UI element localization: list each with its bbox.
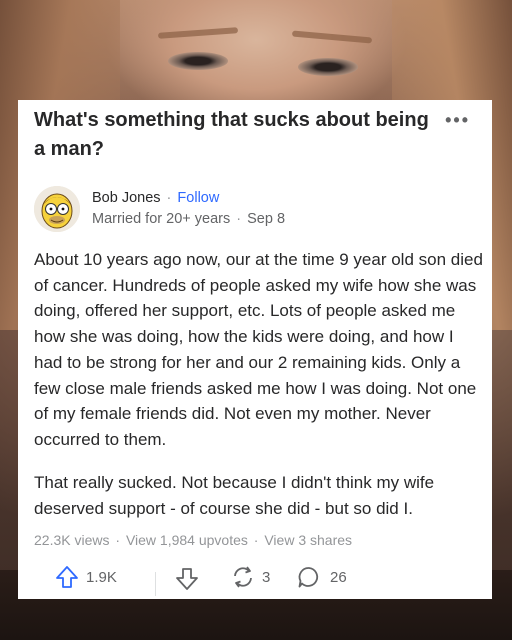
- author-credential: Married for 20+ years: [92, 211, 231, 227]
- comment-icon: [296, 564, 322, 590]
- eyebrow-right: [291, 30, 373, 44]
- eyebrow-left: [157, 27, 239, 39]
- downvote-arrow-icon: [174, 566, 200, 592]
- vote-divider: [155, 572, 156, 596]
- answer-date[interactable]: Sep 8: [247, 211, 285, 227]
- eye-right: [298, 58, 358, 76]
- author-name[interactable]: Bob Jones: [92, 190, 161, 206]
- downvote-button[interactable]: [174, 566, 200, 592]
- separator-dot: ·: [249, 532, 263, 548]
- more-options-icon[interactable]: •••: [445, 110, 470, 131]
- upvote-arrow-icon: [54, 564, 80, 590]
- avatar[interactable]: [34, 186, 80, 232]
- share-count: 3: [262, 568, 271, 586]
- comment-count: 26: [330, 568, 347, 586]
- author-header: Bob Jones · Follow Married for 20+ years…: [34, 186, 454, 232]
- share-icon: [230, 564, 256, 590]
- answer-paragraph: That really sucked. Not because I didn't…: [34, 473, 435, 518]
- question-title[interactable]: What's something that sucks about being …: [34, 106, 434, 164]
- separator-dot: ·: [232, 211, 246, 227]
- answer-paragraph: About 10 years ago now, our at the time …: [34, 250, 483, 449]
- upvote-button[interactable]: 1.9K: [54, 564, 117, 590]
- view-upvotes-link[interactable]: View 1,984 upvotes: [126, 532, 248, 548]
- action-bar: 1.9K 3 26: [34, 564, 474, 600]
- separator-dot: ·: [162, 190, 176, 206]
- eye-left: [168, 52, 228, 70]
- author-name-line: Bob Jones · Follow: [92, 190, 219, 206]
- author-credential-line: Married for 20+ years · Sep 8: [92, 211, 285, 227]
- answer-card: What's something that sucks about being …: [18, 100, 492, 599]
- share-button[interactable]: 3: [230, 564, 270, 590]
- comment-button[interactable]: 26: [296, 564, 347, 590]
- view-shares-link[interactable]: View 3 shares: [264, 532, 352, 548]
- separator-dot: ·: [111, 532, 124, 548]
- answer-stats: 22.3K views · View 1,984 upvotes · View …: [34, 532, 352, 548]
- upvote-count: 1.9K: [86, 568, 117, 586]
- views-count: 22.3K views: [34, 532, 110, 548]
- follow-button[interactable]: Follow: [177, 190, 219, 206]
